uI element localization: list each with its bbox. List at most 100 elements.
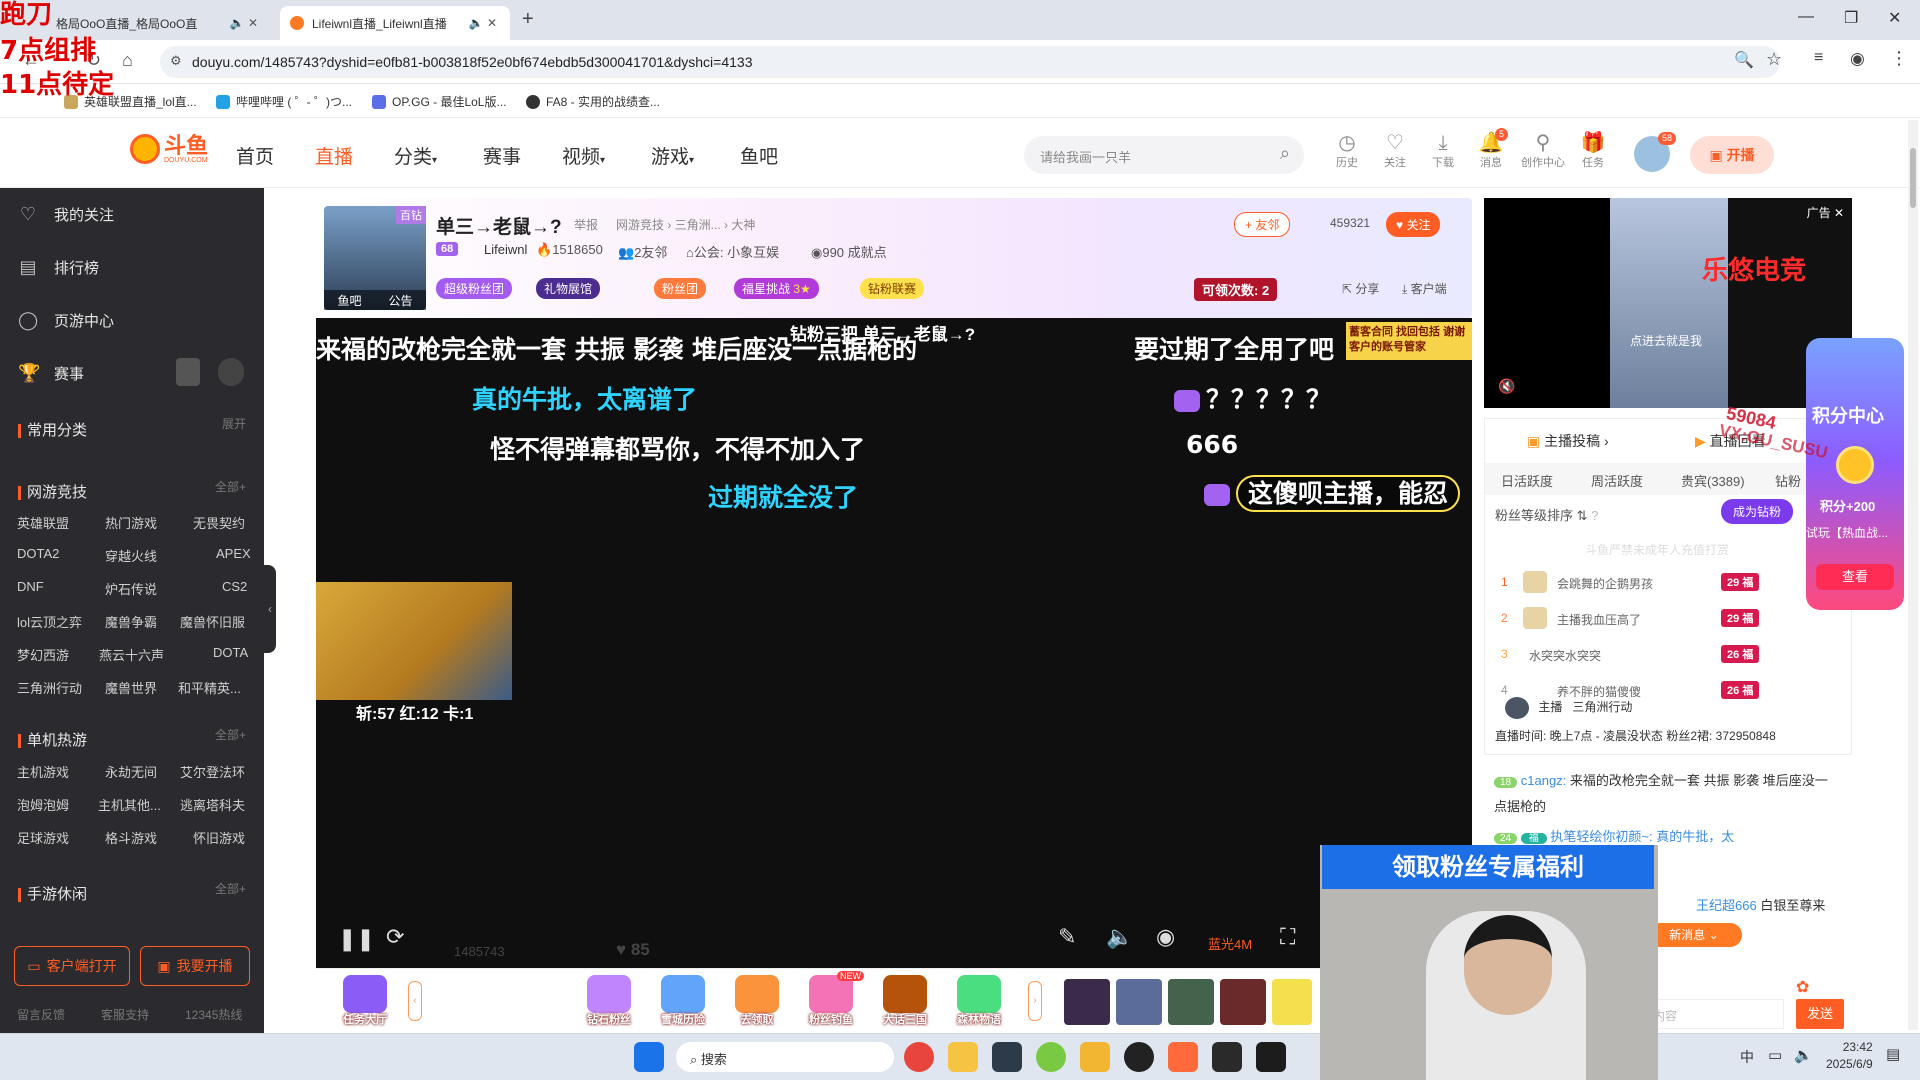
game-item[interactable]: 梦幻西游 (17, 645, 69, 664)
new-message-button[interactable]: 新消息 ⌄ (1646, 923, 1742, 947)
minimize-button[interactable]: — (1798, 8, 1814, 26)
nav-games[interactable]: 游戏▾ (651, 142, 694, 169)
dota-event-icon[interactable] (218, 358, 244, 386)
task-hall-button[interactable]: 任务大厅 (332, 975, 398, 1029)
game-item[interactable]: 逃离塔科夫 (180, 795, 245, 814)
points-center-widget[interactable]: 积分中心 积分+200 试玩【热血战... 查看 (1806, 338, 1904, 610)
client-button[interactable]: ⤓ 客户端 (1402, 280, 1447, 297)
follow-button[interactable]: ♥ 关注 (1386, 212, 1441, 237)
nav-home[interactable]: 首页 (236, 142, 274, 169)
tag-gift-hall[interactable]: 礼物展馆 (536, 278, 601, 299)
sidebar-collapse-handle[interactable]: ‹ (264, 565, 276, 653)
gift-item[interactable]: 森林物语 (946, 975, 1012, 1029)
nav-category[interactable]: 分类▾ (394, 142, 437, 169)
ime-indicator[interactable]: 中 (1740, 1047, 1754, 1067)
gift-item[interactable]: 粉丝钓鱼 NEW (798, 971, 864, 1029)
sidebar-item-events[interactable]: 🏆 赛事 (18, 363, 84, 384)
new-tab-button[interactable]: + (522, 8, 534, 31)
all-link[interactable]: 全部+ (215, 880, 246, 897)
speaker-icon[interactable]: 🔈 (229, 16, 245, 30)
home-icon[interactable]: ⌂ (122, 50, 133, 71)
fishbar-tab[interactable]: 鱼吧 (337, 292, 361, 309)
game-item[interactable]: 无畏契约 (193, 513, 245, 532)
tab-vip[interactable]: 贵宾(3389) (1681, 471, 1745, 490)
share-button[interactable]: ⇱ 分享 (1342, 280, 1379, 297)
rank-row[interactable]: 3 水突突水突突 26 福 (1501, 643, 1841, 667)
app-icon[interactable] (1256, 1042, 1286, 1072)
speaker-icon[interactable]: 🔈 (1794, 1046, 1813, 1064)
sidebar-item-ranking[interactable]: ▤ 排行榜 (18, 257, 99, 278)
chat-user[interactable]: c1angz: (1521, 773, 1567, 788)
follow-button[interactable]: ♡ 关注 (1378, 132, 1412, 170)
app-icon[interactable] (1124, 1042, 1154, 1072)
game-item[interactable]: DOTA2 (17, 546, 59, 561)
sidebar-item-webgame[interactable]: ◯ 页游中心 (18, 310, 114, 331)
game-item[interactable]: 燕云十六声 (99, 645, 164, 664)
mute-icon[interactable]: 🔇 (1498, 378, 1515, 395)
game-item[interactable]: 穿越火线 (105, 546, 157, 565)
bookmark-item[interactable]: FA8 - 实用的战绩查... (526, 93, 660, 110)
game-item[interactable]: 英雄联盟 (17, 513, 69, 532)
page-scrollbar[interactable] (1908, 120, 1918, 1030)
refresh-button[interactable]: ⟳ (386, 924, 404, 950)
creator-button[interactable]: ⚲ 创作中心 (1518, 132, 1568, 170)
submit-button[interactable]: ▣ 主播投稿 › (1527, 431, 1609, 451)
volume-button[interactable]: 🔈 (1106, 924, 1133, 950)
game-item[interactable]: 永劫无间 (105, 762, 157, 781)
game-item[interactable]: 和平精英... (178, 678, 241, 697)
diamond-gift-1[interactable] (1064, 979, 1110, 1025)
ad-label[interactable]: 广告 ✕ (1807, 204, 1844, 221)
all-link[interactable]: 全部+ (215, 478, 246, 495)
bookmark-item[interactable]: 哔哩哔哩 ( ゜- ゜)つ... (216, 93, 352, 110)
neighbors[interactable]: 👥2友邻 (618, 242, 667, 261)
become-diamond-button[interactable]: 成为钻粉 (1721, 499, 1794, 524)
pause-button[interactable]: ❚❚ (338, 926, 375, 952)
tag-super-fans[interactable]: 超级粉丝团 (436, 278, 513, 299)
speaker-icon[interactable]: 🔈 (468, 16, 484, 30)
danmaku-toggle[interactable]: ◉ (1156, 924, 1175, 950)
nav-video[interactable]: 视频▾ (562, 142, 605, 169)
game-item[interactable]: lol云顶之弈 (17, 612, 82, 631)
all-link[interactable]: 全部+ (215, 726, 246, 743)
star-icon[interactable]: ☆ (1766, 49, 1782, 70)
zoom-icon[interactable]: 🔍 (1734, 50, 1754, 70)
sort-label[interactable]: 粉丝等级排序 ⇅ ? (1495, 505, 1598, 524)
network-icon[interactable]: ▭ (1768, 1046, 1782, 1064)
notice-tab[interactable]: 公告 (388, 292, 412, 309)
tag-lucky-challenge[interactable]: 福星挑战 3★ (734, 278, 819, 299)
streamer-name[interactable]: Lifeiwnl (484, 242, 527, 257)
download-button[interactable]: ⤓ 下载 (1426, 132, 1460, 170)
search-input[interactable]: 请给我画一只羊 ⌕ (1024, 136, 1304, 174)
claim-count-badge[interactable]: 可领次数: 2 (1194, 278, 1278, 301)
game-item[interactable]: 魔兽世界 (105, 678, 157, 697)
diamond-gift-5[interactable] (1272, 979, 1312, 1025)
app-icon[interactable] (1036, 1042, 1066, 1072)
expand-link[interactable]: 展开 (222, 415, 246, 432)
tab-diamond[interactable]: 钻粉 (1775, 471, 1801, 490)
explorer-app[interactable] (948, 1042, 978, 1072)
rank-row[interactable]: 2 主播我血压高了 29 福 (1501, 607, 1841, 631)
game-item[interactable]: APEX (216, 546, 251, 561)
diamond-gift-2[interactable] (1116, 979, 1162, 1025)
gift-effect-button[interactable]: ✎ (1058, 924, 1076, 950)
game-item[interactable]: 三角洲行动 (17, 678, 82, 697)
game-item[interactable]: 热门游戏 (105, 513, 157, 532)
douyu-logo[interactable]: 斗鱼 DOUYU.COM (130, 134, 208, 164)
tag-fan-club[interactable]: 粉丝团 (654, 278, 707, 299)
chat-user[interactable]: 执笔轻绘你初颜~: (1550, 829, 1652, 844)
game-item[interactable]: 主机其他... (98, 795, 161, 814)
browser-tab-inactive[interactable]: 格局OoO直播_格局OoO直 🔈 ✕ (46, 6, 271, 40)
gift-icon[interactable]: ✿ (1796, 977, 1809, 997)
scroll-left-button[interactable]: ‹ (408, 981, 422, 1021)
report-link[interactable]: 举报 (574, 216, 598, 233)
restore-button[interactable]: ❐ (1844, 8, 1858, 28)
game-item[interactable]: 魔兽怀旧服 (180, 612, 245, 631)
support-link[interactable]: 客服支持 (101, 1006, 149, 1023)
feedback-link[interactable]: 留言反馈 (17, 1006, 65, 1023)
game-item[interactable]: 足球游戏 (17, 828, 69, 847)
rank-row[interactable]: 1 会跳舞的企鹅男孩 29 福 (1501, 571, 1841, 595)
close-tab-icon[interactable]: ✕ (484, 16, 500, 30)
url-field[interactable]: ⚙ douyu.com/1485743?dyshid=e0fb81-b00381… (160, 46, 1780, 78)
tab-weekly[interactable]: 周活跃度 (1591, 471, 1643, 490)
menu-icon[interactable]: ⋮ (1890, 48, 1908, 69)
